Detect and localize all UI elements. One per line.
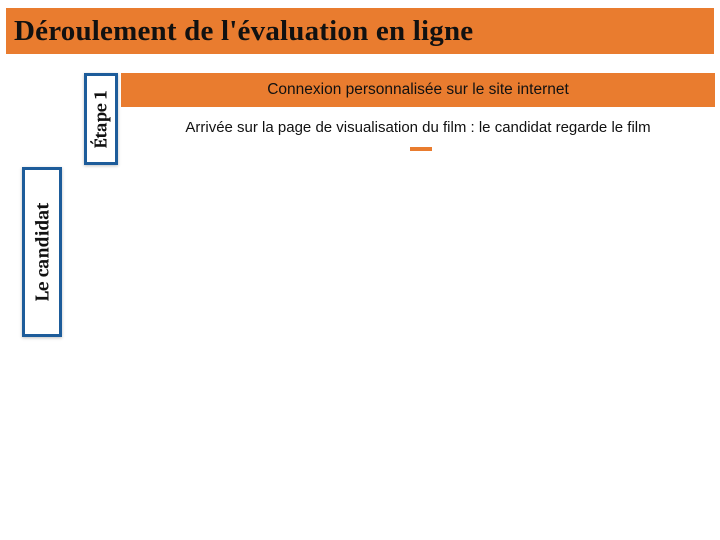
etape-tab: Étape 1	[84, 73, 118, 165]
step-subtitle-bar: Connexion personnalisée sur le site inte…	[121, 73, 715, 107]
content-panel	[121, 107, 715, 367]
accent-dash	[410, 147, 432, 151]
slide: Déroulement de l'évaluation en ligne Con…	[0, 0, 720, 540]
step-subtitle: Connexion personnalisée sur le site inte…	[267, 81, 569, 99]
step-description: Arrivée sur la page de visualisation du …	[185, 119, 650, 136]
title-bar: Déroulement de l'évaluation en ligne	[6, 8, 714, 54]
candidat-label: Le candidat	[31, 203, 53, 302]
etape-label: Étape 1	[91, 90, 112, 148]
step-description-row: Arrivée sur la page de visualisation du …	[121, 112, 715, 142]
page-title: Déroulement de l'évaluation en ligne	[14, 15, 473, 48]
candidat-tab: Le candidat	[22, 167, 62, 337]
